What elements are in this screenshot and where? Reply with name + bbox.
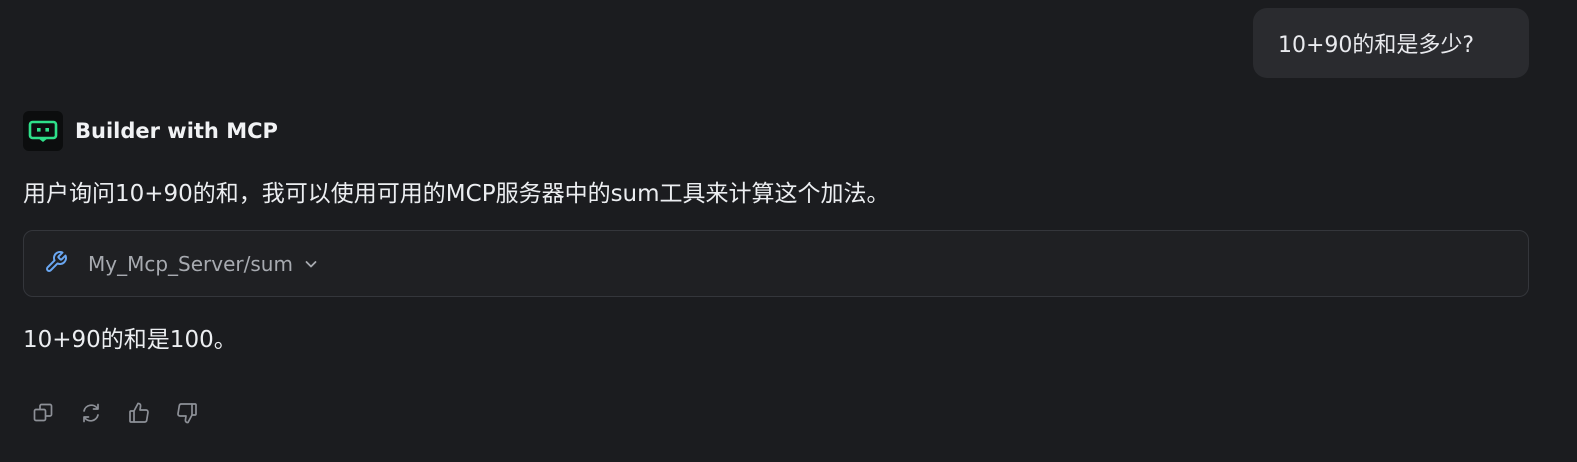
dislike-button[interactable] (174, 402, 200, 428)
chat-page: 10+90的和是多少? Builder with MCP 用户询问10+90的和… (0, 0, 1577, 462)
user-message-text: 10+90的和是多少? (1278, 33, 1475, 58)
tool-call-toggle[interactable]: My_Mcp_Server/sum (23, 230, 1529, 297)
regenerate-button[interactable] (78, 402, 104, 428)
assistant-name: Builder with MCP (75, 119, 278, 143)
thumbs-up-icon (127, 401, 151, 429)
assistant-thinking-text: 用户询问10+90的和，我可以使用可用的MCP服务器中的sum工具来计算这个加法… (23, 181, 890, 207)
scrollbar[interactable] (1561, 0, 1567, 462)
assistant-header: Builder with MCP (23, 111, 278, 151)
user-message-bubble: 10+90的和是多少? (1253, 8, 1529, 78)
assistant-answer-text: 10+90的和是100。 (23, 327, 237, 353)
chevron-down-icon (303, 256, 319, 272)
wrench-icon (44, 250, 68, 278)
copy-button[interactable] (30, 402, 56, 428)
copy-icon (32, 402, 54, 428)
thumbs-down-icon (175, 401, 199, 429)
message-actions (30, 402, 222, 428)
robot-icon (23, 111, 63, 151)
tool-call-label: My_Mcp_Server/sum (88, 251, 293, 276)
like-button[interactable] (126, 402, 152, 428)
refresh-icon (80, 402, 102, 428)
